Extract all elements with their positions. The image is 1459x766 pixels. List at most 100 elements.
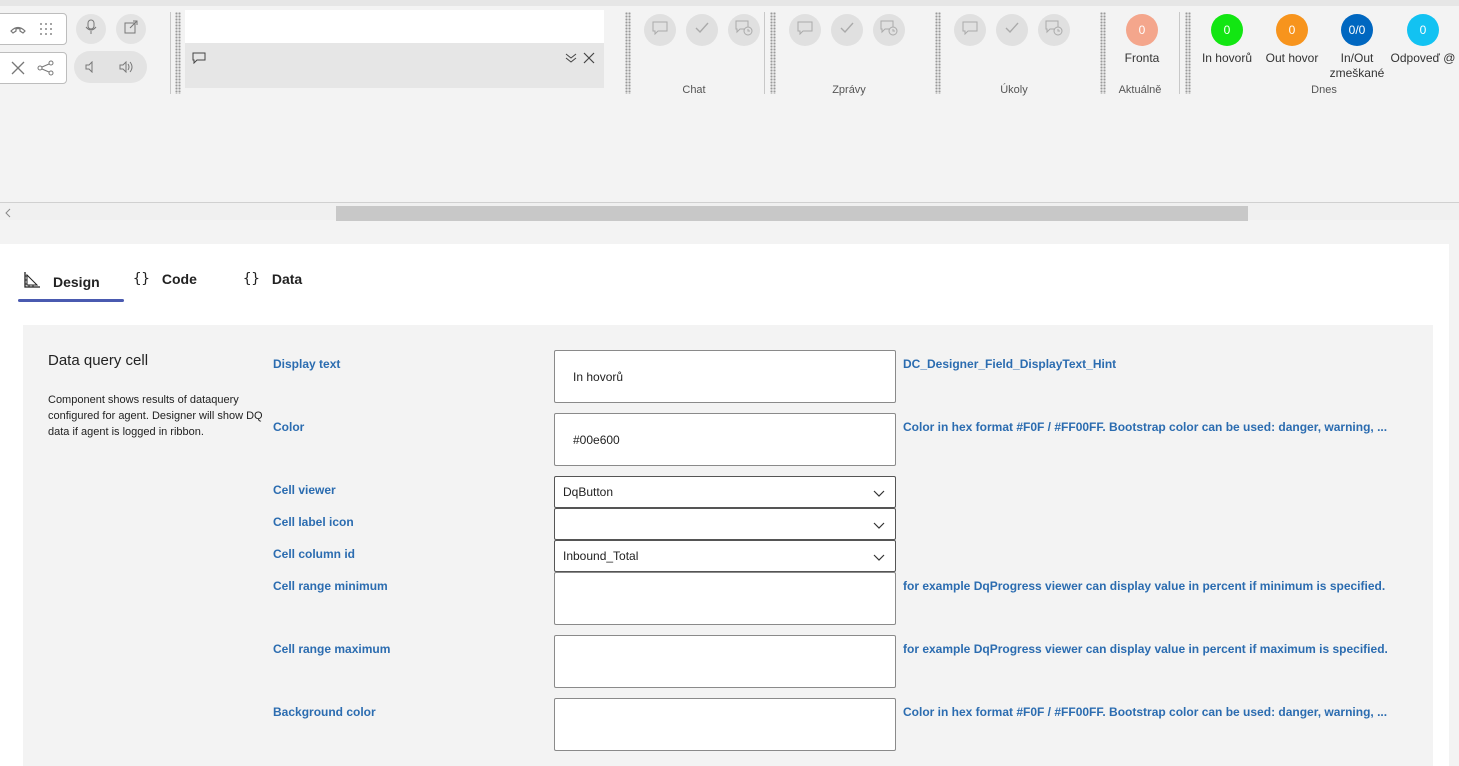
task-scheduled-button[interactable] bbox=[1038, 14, 1070, 46]
display-text-label: Display text bbox=[273, 357, 341, 371]
cell-label-icon-select[interactable] bbox=[554, 508, 896, 540]
range-min-input[interactable] bbox=[554, 572, 896, 625]
volume-down-icon[interactable] bbox=[80, 56, 102, 78]
cell-label-icon-label: Cell label icon bbox=[273, 515, 354, 529]
chat-done-button[interactable] bbox=[686, 14, 718, 46]
drag-handle[interactable] bbox=[625, 12, 631, 94]
tab-design[interactable]: Design bbox=[23, 271, 100, 292]
background-color-hint: Color in hex format #F0F / #FF00FF. Boot… bbox=[903, 705, 1388, 719]
range-min-hint: for example DqProgress viewer can displa… bbox=[903, 579, 1386, 593]
chevron-down-icon bbox=[873, 551, 885, 565]
tab-code-label: Code bbox=[161, 271, 197, 287]
missed-calls-counter[interactable]: 0/0 bbox=[1341, 14, 1373, 46]
double-chevron-down-icon[interactable] bbox=[565, 51, 577, 69]
chevron-down-icon bbox=[873, 519, 885, 533]
task-new-button[interactable] bbox=[954, 14, 986, 46]
scrollbar-thumb[interactable] bbox=[336, 206, 1248, 221]
group-label-dnes: Dnes bbox=[1311, 84, 1337, 96]
reply-email-label: Odpoveď @ bbox=[1390, 51, 1456, 65]
message-new-button[interactable] bbox=[789, 14, 821, 46]
drag-handle[interactable] bbox=[175, 12, 181, 94]
braces-icon: {} bbox=[133, 271, 150, 287]
out-calls-counter[interactable]: 0 bbox=[1276, 14, 1308, 46]
drag-handle[interactable] bbox=[1100, 12, 1106, 94]
tab-data-label: Data bbox=[271, 271, 303, 287]
message-done-button[interactable] bbox=[831, 14, 863, 46]
range-max-label: Cell range maximum bbox=[273, 642, 391, 656]
drag-handle[interactable] bbox=[935, 12, 941, 94]
form-area: Data query cell Component shows results … bbox=[23, 325, 1433, 766]
in-calls-counter[interactable]: 0 bbox=[1211, 14, 1243, 46]
separator bbox=[170, 12, 171, 94]
chevron-left-icon[interactable] bbox=[4, 205, 12, 223]
out-calls-label: Out hovor bbox=[1265, 51, 1319, 65]
separator bbox=[1179, 12, 1180, 94]
chat-icon bbox=[797, 21, 813, 40]
drag-handle[interactable] bbox=[1185, 12, 1191, 94]
tab-code[interactable]: {} Code bbox=[133, 271, 197, 287]
scheduled-icon bbox=[1045, 20, 1063, 41]
drag-handle[interactable] bbox=[770, 12, 776, 94]
chat-icon bbox=[652, 21, 668, 40]
component-description: Component shows results of dataquery con… bbox=[48, 394, 263, 438]
chat-new-button[interactable] bbox=[644, 14, 676, 46]
color-input[interactable]: #00e600 bbox=[554, 413, 896, 466]
fronta-label: Fronta bbox=[1124, 51, 1160, 65]
message-scheduled-button[interactable] bbox=[873, 14, 905, 46]
color-hint: Color in hex format #F0F / #FF00FF. Boot… bbox=[903, 420, 1388, 434]
microphone-icon bbox=[85, 19, 97, 40]
braces-icon: {} bbox=[243, 271, 260, 287]
share-icon[interactable] bbox=[35, 57, 57, 79]
tab-design-label: Design bbox=[53, 273, 100, 290]
horizontal-scrollbar[interactable] bbox=[0, 202, 1459, 223]
separator bbox=[764, 12, 765, 94]
cell-column-id-label: Cell column id bbox=[273, 547, 356, 561]
group-label-ukoly: Úkoly bbox=[1000, 84, 1028, 96]
fronta-counter[interactable]: 0 bbox=[1126, 14, 1158, 46]
close-icon[interactable] bbox=[7, 57, 29, 79]
display-text-hint: DC_Designer_Field_DisplayText_Hint bbox=[903, 357, 1117, 371]
scheduled-icon bbox=[880, 20, 898, 41]
comment-icon bbox=[192, 51, 206, 69]
phone-controls-bottom bbox=[0, 52, 67, 84]
cell-column-id-select[interactable]: Inbound_Total bbox=[554, 540, 896, 572]
cell-column-id-value: Inbound_Total bbox=[563, 549, 639, 563]
dialpad-icon[interactable] bbox=[35, 18, 57, 40]
display-text-input[interactable]: In hovorů bbox=[554, 350, 896, 403]
checkmark-icon bbox=[840, 21, 854, 39]
group-label-chat: Chat bbox=[682, 84, 706, 96]
note-bar bbox=[185, 43, 604, 88]
volume-up-icon[interactable] bbox=[116, 56, 138, 78]
chevron-down-icon bbox=[873, 487, 885, 501]
group-label-zpravy: Zprávy bbox=[832, 84, 866, 96]
range-min-label: Cell range minimum bbox=[273, 579, 388, 593]
cell-viewer-value: DqButton bbox=[563, 485, 614, 499]
ribbon-top-border bbox=[0, 0, 1459, 6]
microphone-button[interactable] bbox=[76, 14, 106, 44]
volume-controls bbox=[74, 51, 147, 83]
range-max-hint: for example DqProgress viewer can displa… bbox=[903, 642, 1388, 656]
checkmark-icon bbox=[1005, 21, 1019, 39]
checkmark-icon bbox=[695, 21, 709, 39]
design-icon bbox=[23, 271, 41, 292]
background-color-input[interactable] bbox=[554, 698, 896, 751]
chat-scheduled-button[interactable] bbox=[728, 14, 760, 46]
task-done-button[interactable] bbox=[996, 14, 1028, 46]
tab-data[interactable]: {} Data bbox=[243, 271, 302, 287]
range-max-input[interactable] bbox=[554, 635, 896, 688]
scheduled-icon bbox=[735, 20, 753, 41]
in-calls-label: In hovorů bbox=[1201, 51, 1253, 65]
close-icon[interactable] bbox=[583, 51, 595, 69]
missed-calls-label: In/Out zmeškané bbox=[1329, 51, 1385, 80]
hangup-icon[interactable] bbox=[7, 18, 29, 40]
transfer-button[interactable] bbox=[116, 14, 146, 44]
note-input[interactable] bbox=[185, 10, 604, 43]
transfer-icon bbox=[124, 20, 138, 39]
component-title: Data query cell bbox=[48, 352, 149, 369]
ribbon: Chat Zprávy Úkoly 0 Fronta Aktuálně 0 In… bbox=[0, 0, 1459, 220]
reply-email-counter[interactable]: 0 bbox=[1407, 14, 1439, 46]
background-color-label: Background color bbox=[273, 705, 376, 719]
cell-viewer-select[interactable]: DqButton bbox=[554, 476, 896, 508]
group-label-aktualne: Aktuálně bbox=[1118, 84, 1162, 96]
designer-panel: Design {} Code {} Data Data query cell C… bbox=[0, 244, 1449, 766]
